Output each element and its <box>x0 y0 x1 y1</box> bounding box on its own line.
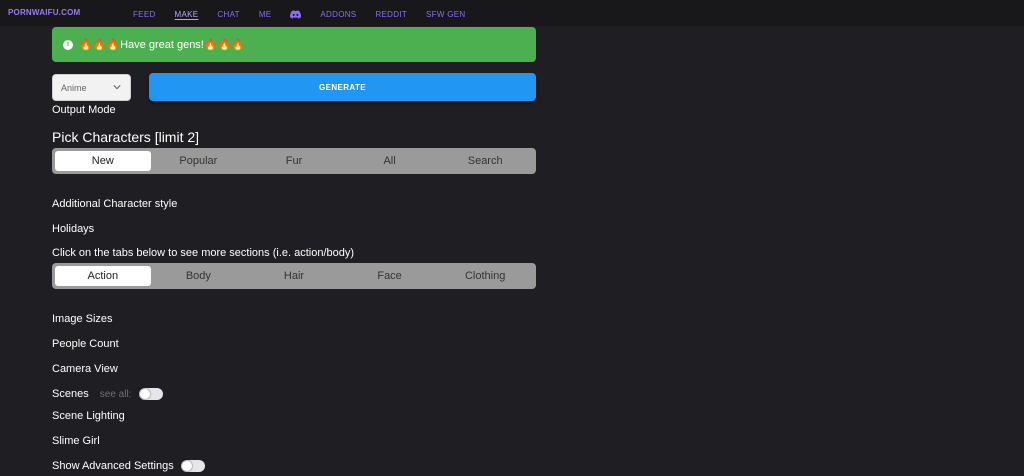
tab-popular[interactable]: Popular <box>151 151 247 171</box>
toggle-knob <box>181 461 192 472</box>
advanced-settings-row: Show Advanced Settings <box>52 460 205 473</box>
slime-girl-label[interactable]: Slime Girl <box>52 435 100 447</box>
nav-link-chat[interactable]: CHAT <box>217 10 239 19</box>
tab-action[interactable]: Action <box>55 266 151 286</box>
character-tabs: New Popular Fur All Search <box>52 148 536 174</box>
output-mode-value: Anime <box>61 82 87 93</box>
nav-link-me[interactable]: ME <box>259 10 272 19</box>
tab-search[interactable]: Search <box>437 151 533 171</box>
image-sizes-label[interactable]: Image Sizes <box>52 313 113 325</box>
discord-icon[interactable] <box>290 10 302 19</box>
output-mode-label: Output Mode <box>52 104 116 116</box>
scenes-row: Scenes see all: <box>52 388 163 401</box>
tab-new[interactable]: New <box>55 151 151 171</box>
people-count-label[interactable]: People Count <box>52 338 119 350</box>
banner-text: 🔥🔥🔥Have great gens!🔥🔥🔥 <box>79 39 245 51</box>
output-mode-select[interactable]: Anime <box>52 74 131 101</box>
nav-link-sfw-gen[interactable]: SFW GEN <box>426 10 465 19</box>
scenes-label[interactable]: Scenes <box>52 388 89 400</box>
holidays-label[interactable]: Holidays <box>52 223 94 235</box>
nav-link-make[interactable]: MAKE <box>175 10 199 19</box>
additional-style-label[interactable]: Additional Character style <box>52 198 177 210</box>
nav-link-addons[interactable]: ADDONS <box>320 10 356 19</box>
tab-clothing[interactable]: Clothing <box>437 266 533 286</box>
generate-button[interactable]: GENERATE <box>149 73 536 101</box>
tabs-hint-text: Click on the tabs below to see more sect… <box>52 247 355 259</box>
tab-body[interactable]: Body <box>151 266 247 286</box>
nav-link-feed[interactable]: FEED <box>133 10 156 19</box>
camera-view-label[interactable]: Camera View <box>52 363 118 375</box>
top-nav: PORNWAIFU.COM FEED MAKE CHAT ME ADDONS R… <box>0 0 1024 26</box>
info-icon: i <box>63 39 73 50</box>
scenes-see-all-toggle[interactable] <box>138 388 163 401</box>
chevron-down-icon <box>113 85 121 90</box>
show-advanced-toggle[interactable] <box>180 460 205 473</box>
tab-hair[interactable]: Hair <box>246 266 342 286</box>
pick-characters-heading: Pick Characters [limit 2] <box>52 129 200 145</box>
toggle-knob <box>139 389 150 400</box>
scene-lighting-label[interactable]: Scene Lighting <box>52 410 125 422</box>
nav-link-reddit[interactable]: REDDIT <box>375 10 407 19</box>
announcement-banner: i 🔥🔥🔥Have great gens!🔥🔥🔥 <box>52 27 536 62</box>
nav-links: FEED MAKE CHAT ME ADDONS REDDIT SFW GEN <box>133 10 484 19</box>
tab-all[interactable]: All <box>342 151 438 171</box>
tab-face[interactable]: Face <box>342 266 438 286</box>
see-all-label: see all: <box>99 389 132 400</box>
tab-fur[interactable]: Fur <box>246 151 342 171</box>
section-tabs: Action Body Hair Face Clothing <box>52 263 536 289</box>
brand-logo[interactable]: PORNWAIFU.COM <box>8 8 80 17</box>
show-advanced-label: Show Advanced Settings <box>52 460 174 472</box>
